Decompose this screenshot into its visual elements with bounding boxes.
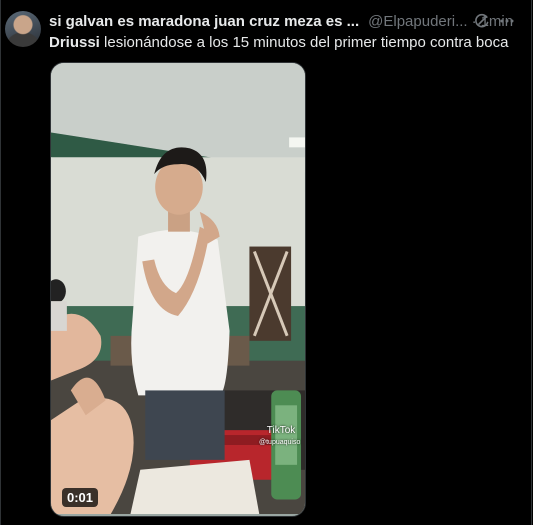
user-handle[interactable]: @Elpapuderi... bbox=[368, 13, 467, 30]
tweet-text: Driussi lesionándose a los 15 minutos de… bbox=[49, 34, 508, 51]
avatar[interactable] bbox=[5, 11, 41, 47]
video-frame bbox=[51, 63, 305, 515]
video-duration-badge: 0:01 bbox=[62, 488, 99, 507]
tweet-header: si galvan es maradona juan cruz meza es … bbox=[49, 12, 519, 30]
tiktok-watermark: TikTok bbox=[266, 425, 296, 436]
grok-icon[interactable] bbox=[474, 13, 490, 29]
timeline-border-left bbox=[0, 0, 1, 525]
tweet-text-body: lesionándose a los 15 minutos del primer… bbox=[99, 34, 509, 51]
tiktok-username: @tupuaquiso bbox=[259, 439, 301, 446]
tweet-text-bold: Driussi bbox=[49, 34, 100, 51]
video-player[interactable]: TikTok @tupuaquiso 0:01 bbox=[50, 62, 306, 517]
display-name[interactable]: si galvan es maradona juan cruz meza es … bbox=[49, 13, 359, 30]
more-icon[interactable] bbox=[499, 13, 515, 29]
timeline-border-right bbox=[531, 0, 532, 525]
